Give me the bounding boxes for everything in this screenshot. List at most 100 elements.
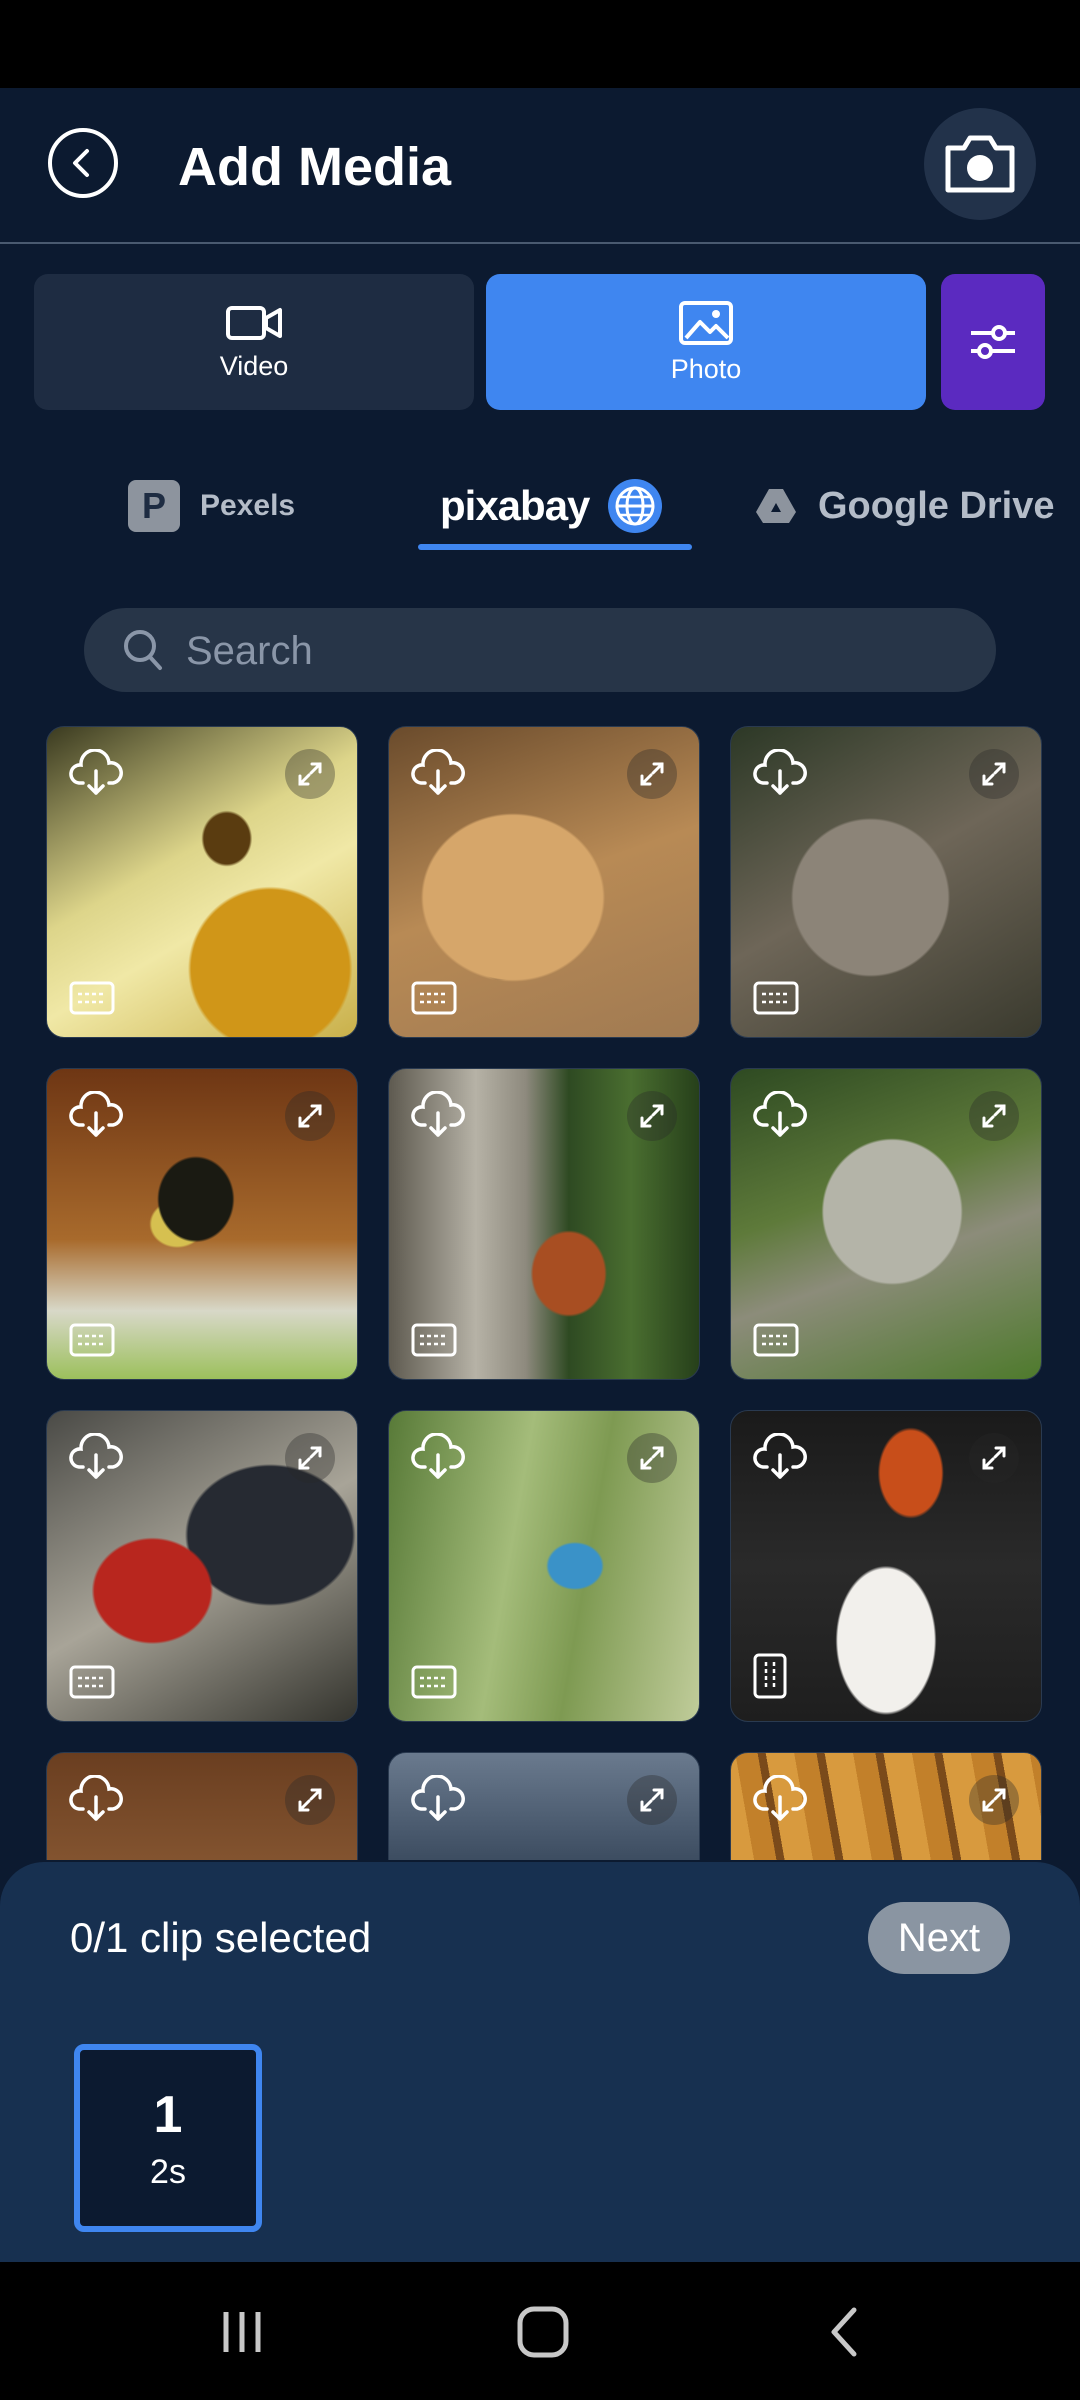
video-camera-icon — [226, 305, 282, 340]
home-icon — [517, 2306, 569, 2358]
home-button[interactable] — [503, 2292, 583, 2372]
expand-button[interactable] — [285, 749, 335, 799]
media-tile[interactable] — [730, 1410, 1042, 1722]
pixabay-logo: pixabay — [440, 482, 590, 529]
media-tile[interactable] — [730, 1068, 1042, 1380]
tab-video[interactable]: Video — [34, 274, 474, 410]
tab-photo-label: Photo — [670, 353, 742, 384]
media-tile[interactable] — [388, 1410, 700, 1722]
expand-icon — [298, 1788, 322, 1812]
landscape-orientation-icon — [411, 1323, 457, 1357]
expand-icon — [640, 1446, 664, 1470]
camera-button[interactable] — [924, 108, 1036, 220]
clip-slot[interactable]: 1 2s — [74, 2044, 262, 2232]
sliders-icon — [971, 325, 1015, 359]
search-input[interactable] — [184, 608, 968, 694]
status-bar — [0, 0, 1080, 88]
expand-button[interactable] — [285, 1433, 335, 1483]
expand-button[interactable] — [969, 749, 1019, 799]
selection-sheet: 0/1 clip selected Next 1 2s — [0, 1862, 1080, 2262]
media-tile[interactable] — [388, 1752, 700, 1860]
download-cloud-icon[interactable] — [411, 1433, 465, 1481]
expand-button[interactable] — [285, 1091, 335, 1141]
download-cloud-icon[interactable] — [69, 1775, 123, 1823]
landscape-orientation-icon — [411, 981, 457, 1015]
download-cloud-icon[interactable] — [411, 1091, 465, 1139]
expand-icon — [982, 1104, 1006, 1128]
expand-button[interactable] — [969, 1433, 1019, 1483]
portrait-orientation-icon — [753, 1653, 787, 1699]
source-tab-pexels[interactable]: P Pexels — [128, 470, 295, 542]
expand-icon — [298, 1104, 322, 1128]
download-cloud-icon[interactable] — [753, 1433, 807, 1481]
download-cloud-icon[interactable] — [69, 1091, 123, 1139]
clip-duration: 2s — [150, 2152, 186, 2191]
download-cloud-icon[interactable] — [753, 1091, 807, 1139]
media-tile[interactable] — [46, 1752, 358, 1860]
selection-status: 0/1 clip selected — [70, 1914, 372, 1961]
expand-button[interactable] — [627, 1775, 677, 1825]
landscape-orientation-icon — [753, 981, 799, 1015]
download-cloud-icon[interactable] — [753, 1775, 807, 1823]
image-icon — [679, 300, 733, 345]
media-tile[interactable] — [388, 726, 700, 1038]
media-tile[interactable] — [730, 1752, 1042, 1860]
tab-video-label: Video — [219, 350, 289, 381]
download-cloud-icon[interactable] — [753, 749, 807, 797]
expand-button[interactable] — [627, 1433, 677, 1483]
expand-button[interactable] — [969, 1775, 1019, 1825]
download-cloud-icon[interactable] — [69, 749, 123, 797]
next-button[interactable]: Next — [868, 1902, 1010, 1974]
landscape-orientation-icon — [411, 1665, 457, 1699]
source-tab-pixabay[interactable]: pixabay — [440, 470, 665, 542]
media-tile[interactable] — [46, 1068, 358, 1380]
media-tile[interactable] — [388, 1068, 700, 1380]
filter-button[interactable] — [941, 274, 1045, 410]
expand-icon — [982, 1788, 1006, 1812]
expand-icon — [640, 1104, 664, 1128]
header-divider — [0, 242, 1080, 244]
active-tab-indicator — [418, 544, 692, 550]
expand-button[interactable] — [627, 1091, 677, 1141]
back-nav-button[interactable] — [804, 2292, 884, 2372]
expand-button[interactable] — [969, 1091, 1019, 1141]
clip-number: 1 — [153, 2085, 183, 2144]
recent-apps-icon — [223, 2312, 261, 2352]
expand-button[interactable] — [627, 749, 677, 799]
globe-icon — [608, 479, 663, 533]
expand-icon — [640, 1788, 664, 1812]
camera-icon — [945, 135, 1015, 193]
source-tab-pexels-label: Pexels — [200, 489, 296, 522]
landscape-orientation-icon — [69, 1665, 115, 1699]
download-cloud-icon[interactable] — [69, 1433, 123, 1481]
media-grid — [46, 726, 1042, 1860]
expand-icon — [640, 762, 664, 786]
header: Add Media — [0, 88, 1080, 243]
search-icon — [124, 630, 162, 670]
tab-photo[interactable]: Photo — [486, 274, 926, 410]
landscape-orientation-icon — [753, 1323, 799, 1357]
system-nav-bar — [0, 2262, 1080, 2400]
expand-icon — [298, 762, 322, 786]
media-tile[interactable] — [46, 726, 358, 1038]
media-tile[interactable] — [46, 1410, 358, 1722]
landscape-orientation-icon — [69, 1323, 115, 1357]
back-nav-icon — [831, 2307, 857, 2357]
media-tile[interactable] — [730, 726, 1042, 1038]
chevron-left-icon — [73, 149, 89, 177]
download-cloud-icon[interactable] — [411, 1775, 465, 1823]
expand-icon — [298, 1446, 322, 1470]
recent-apps-button[interactable] — [202, 2292, 282, 2372]
expand-icon — [982, 1446, 1006, 1470]
back-button[interactable] — [48, 128, 118, 198]
source-tab-google-drive[interactable]: Google Drive — [754, 470, 1055, 542]
page-title: Add Media — [178, 137, 452, 197]
expand-icon — [982, 762, 1006, 786]
search-bar[interactable] — [84, 608, 996, 694]
expand-button[interactable] — [285, 1775, 335, 1825]
download-cloud-icon[interactable] — [411, 749, 465, 797]
source-tab-google-drive-label: Google Drive — [818, 484, 1055, 527]
landscape-orientation-icon — [69, 981, 115, 1015]
pexels-logo: P — [128, 480, 180, 532]
google-drive-icon — [756, 489, 796, 523]
